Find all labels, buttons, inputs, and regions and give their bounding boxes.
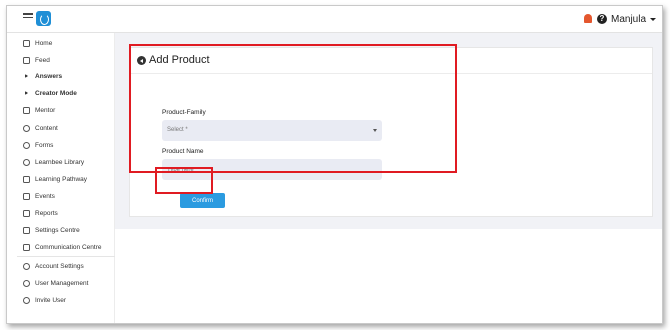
sidebar: Home Feed Answers Creator Mode Mentor Co…: [7, 33, 115, 323]
sidebar-item-content[interactable]: Content: [7, 120, 115, 136]
sidebar-item-learning-pathway[interactable]: Learning Pathway: [7, 171, 115, 187]
sidebar-item-label: Learning Pathway: [35, 175, 88, 183]
invite-user-icon: [23, 296, 30, 304]
sidebar-item-feed[interactable]: Feed: [7, 52, 115, 68]
user-menu-chevron-down-icon[interactable]: [650, 18, 656, 21]
sidebar-item-invite-user[interactable]: Invite User: [7, 292, 115, 308]
notification-bell-icon[interactable]: [584, 14, 592, 23]
sidebar-item-forms[interactable]: Forms: [7, 137, 115, 153]
account-settings-icon: [23, 262, 30, 270]
sidebar-item-label: Settings Centre: [35, 226, 80, 234]
forms-icon: [23, 141, 30, 149]
home-icon: [23, 39, 30, 47]
confirm-highlight-annotation: [155, 167, 213, 194]
sidebar-item-label: Answers: [35, 72, 63, 80]
caret-right-icon: [25, 91, 28, 95]
mentor-icon: [23, 106, 30, 114]
sidebar-item-label: Feed: [35, 56, 50, 64]
sidebar-item-label: Forms: [35, 141, 54, 149]
app-window: ? Manjula Home Feed Answers Creator Mode…: [6, 5, 663, 324]
sidebar-item-label: User Management: [35, 279, 89, 287]
sidebar-item-label: Learnbee Library: [35, 158, 85, 166]
wrench-icon: [23, 226, 30, 234]
sidebar-item-events[interactable]: Events: [7, 188, 115, 204]
reports-icon: [23, 209, 30, 217]
caret-right-icon: [25, 74, 28, 78]
sidebar-item-label: Communication Centre: [35, 243, 102, 251]
sidebar-item-label: Creator Mode: [35, 89, 77, 97]
pathway-icon: [23, 175, 30, 183]
sidebar-item-label: Account Settings: [35, 262, 84, 270]
calendar-icon: [23, 192, 30, 200]
sidebar-item-label: Content: [35, 124, 58, 132]
user-management-icon: [23, 279, 30, 287]
form-highlight-annotation: [129, 44, 457, 173]
sidebar-item-label: Home: [35, 39, 53, 47]
sidebar-divider: [17, 256, 115, 257]
sidebar-item-creator-mode[interactable]: Creator Mode: [7, 85, 115, 101]
top-bar: ? Manjula: [7, 6, 662, 33]
sidebar-item-label: Events: [35, 192, 55, 200]
sidebar-item-user-management[interactable]: User Management: [7, 275, 115, 291]
sidebar-item-label: Mentor: [35, 106, 56, 114]
content-icon: [23, 124, 30, 132]
sidebar-item-learnbee-library[interactable]: Learnbee Library: [7, 154, 115, 170]
sidebar-item-communication-centre[interactable]: Communication Centre: [7, 239, 115, 255]
sidebar-item-home[interactable]: Home: [7, 35, 115, 51]
library-icon: [23, 158, 30, 166]
app-logo[interactable]: [36, 11, 51, 26]
help-icon[interactable]: ?: [597, 14, 607, 24]
sidebar-item-mentor[interactable]: Mentor: [7, 102, 115, 118]
menu-icon[interactable]: [23, 13, 33, 21]
sidebar-item-reports[interactable]: Reports: [7, 205, 115, 221]
feed-icon: [23, 56, 30, 64]
sidebar-item-answers[interactable]: Answers: [7, 68, 115, 84]
user-name[interactable]: Manjula: [611, 14, 646, 25]
sidebar-item-account-settings[interactable]: Account Settings: [7, 258, 115, 274]
sidebar-item-settings-centre[interactable]: Settings Centre: [7, 222, 115, 238]
communication-icon: [23, 243, 30, 251]
confirm-button[interactable]: Confirm: [180, 193, 225, 208]
sidebar-item-label: Invite User: [35, 296, 67, 304]
sidebar-item-label: Reports: [35, 209, 58, 217]
